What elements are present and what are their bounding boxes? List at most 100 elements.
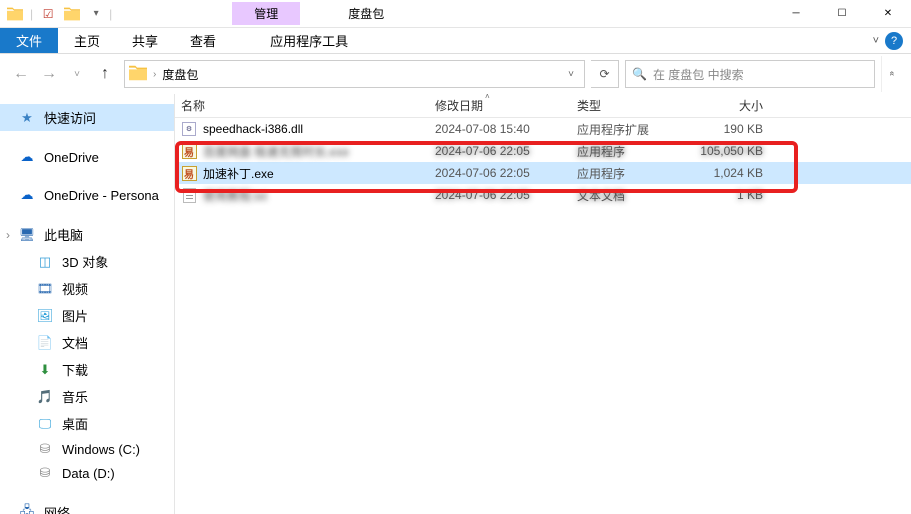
file-type: 应用程序 — [577, 143, 687, 160]
refresh-button[interactable]: ⟳ — [591, 60, 619, 88]
sidebar-item-downloads[interactable]: ⬇ 下载 — [0, 356, 174, 383]
file-row[interactable]: 易百度网盘 极速无限时长.exe 2024-07-06 22:05应用程序105,… — [175, 140, 911, 162]
sidebar-item-documents[interactable]: 📄 文档 — [0, 329, 174, 356]
file-date: 2024-07-08 15:40 — [435, 122, 577, 136]
file-type: 应用程序扩展 — [577, 121, 687, 138]
file-type: 文本文档 — [577, 187, 687, 204]
file-row[interactable]: ⚙ speedhack-i386.dll 2024-07-08 15:40应用程序扩… — [175, 118, 911, 140]
sidebar-label: 图片 — [62, 306, 88, 325]
sidebar-label: 视频 — [62, 279, 88, 298]
drive-icon: ⛁ — [36, 465, 54, 481]
file-date: 2024-07-06 22:05 — [435, 144, 577, 158]
folder-icon — [129, 65, 147, 84]
folder-icon[interactable] — [4, 3, 26, 25]
file-row[interactable]: 使用教程.txt2024-07-06 22:05文本文档1 KB — [175, 184, 911, 206]
sidebar-label: OneDrive - Persona — [44, 188, 159, 203]
downloads-icon: ⬇ — [36, 362, 54, 378]
minimize-button[interactable]: ─ — [773, 0, 819, 28]
column-header-name[interactable]: 名称 — [181, 97, 435, 114]
cloud-icon: ☁ — [18, 149, 36, 165]
file-date: 2024-07-06 22:05 — [435, 188, 577, 202]
contextual-tab-manage[interactable]: 管理 — [232, 2, 300, 25]
main-area: ★ 快速访问 ☁ OneDrive ☁ OneDrive - Persona 🖥… — [0, 94, 911, 514]
sidebar-label: Data (D:) — [62, 466, 115, 481]
drive-icon: ⛁ — [36, 441, 54, 457]
file-date: 2024-07-06 22:05 — [435, 166, 577, 180]
qat-separator: | — [28, 7, 35, 21]
close-button[interactable]: ✕ — [865, 0, 911, 28]
file-size: 105,050 KB — [687, 144, 773, 158]
help-icon[interactable]: ? — [885, 32, 903, 50]
file-tab[interactable]: 文件 — [0, 28, 58, 53]
file-size: 1,024 KB — [687, 166, 773, 180]
view-tab[interactable]: 查看 — [174, 28, 232, 53]
sidebar-label: 3D 对象 — [62, 252, 108, 271]
ribbon-collapse-icon[interactable]: ˅ — [873, 35, 879, 47]
cloud-icon: ☁ — [18, 187, 36, 203]
up-button[interactable]: ↑ — [92, 61, 118, 87]
file-type: 应用程序 — [577, 165, 687, 182]
forward-button[interactable]: → — [36, 61, 62, 87]
search-input[interactable]: 🔍 在 度盘包 中搜索 — [625, 60, 875, 88]
cube-icon: ◫ — [36, 254, 54, 270]
window-controls: ─ ☐ ✕ — [773, 0, 911, 28]
dll-icon: ⚙ — [182, 122, 196, 136]
sidebar-label: 文档 — [62, 333, 88, 352]
crumb-separator-icon[interactable]: › — [153, 69, 156, 80]
search-icon: 🔍 — [632, 67, 647, 81]
titlebar-center: 管理 度盘包 — [112, 2, 773, 25]
sidebar-label: 音乐 — [62, 387, 88, 406]
address-bar-row: ← → ˅ ↑ › 度盘包 ˅ ⟳ 🔍 在 度盘包 中搜索 « — [0, 54, 911, 94]
music-icon: 🎵 — [36, 389, 54, 405]
desktop-icon: 🖵 — [36, 416, 54, 432]
app-tools-tab[interactable]: 应用程序工具 — [254, 28, 364, 53]
file-name: 百度网盘 极速无限时长.exe — [203, 143, 349, 160]
sidebar-label: OneDrive — [44, 150, 99, 165]
sidebar-item-quick-access[interactable]: ★ 快速访问 — [0, 104, 174, 131]
back-button[interactable]: ← — [8, 61, 34, 87]
share-tab[interactable]: 共享 — [116, 28, 174, 53]
checkbox-icon[interactable]: ☑ — [37, 3, 59, 25]
address-dropdown-icon[interactable]: ˅ — [562, 69, 580, 80]
file-name: speedhack-i386.dll — [203, 122, 303, 136]
sidebar-item-videos[interactable]: 🎞 视频 — [0, 275, 174, 302]
sidebar-item-this-pc[interactable]: 🖥 此电脑 — [0, 221, 174, 248]
column-header-date[interactable]: 修改日期 — [435, 97, 577, 114]
sidebar-label: Windows (C:) — [62, 442, 140, 457]
star-icon: ★ — [18, 110, 36, 126]
pictures-icon: 🖼 — [36, 308, 54, 324]
titlebar: | ☑ ▾ | 管理 度盘包 ─ ☐ ✕ — [0, 0, 911, 28]
search-placeholder: 在 度盘包 中搜索 — [653, 66, 744, 83]
video-icon: 🎞 — [36, 281, 54, 297]
breadcrumb-item[interactable]: 度盘包 — [162, 66, 198, 83]
file-size: 190 KB — [687, 122, 773, 136]
sidebar-item-desktop[interactable]: 🖵 桌面 — [0, 410, 174, 437]
sidebar-item-data-d[interactable]: ⛁ Data (D:) — [0, 461, 174, 485]
file-row[interactable]: 易加速补丁.exe 2024-07-06 22:05应用程序1,024 KB — [175, 162, 911, 184]
sidebar-item-windows-c[interactable]: ⛁ Windows (C:) — [0, 437, 174, 461]
sidebar-item-pictures[interactable]: 🖼 图片 — [0, 302, 174, 329]
sidebar-label: 下载 — [62, 360, 88, 379]
address-bar[interactable]: › 度盘包 ˅ — [124, 60, 585, 88]
recent-dropdown[interactable]: ˅ — [64, 61, 90, 87]
column-header-size[interactable]: 大小 — [687, 97, 773, 114]
exe-icon: 易 — [182, 166, 197, 181]
folder-icon-2[interactable] — [61, 3, 83, 25]
txt-icon — [183, 188, 196, 203]
sidebar-item-music[interactable]: 🎵 音乐 — [0, 383, 174, 410]
qat-dropdown-icon[interactable]: ▾ — [85, 3, 107, 25]
nav-pane: ★ 快速访问 ☁ OneDrive ☁ OneDrive - Persona 🖥… — [0, 94, 175, 514]
home-tab[interactable]: 主页 — [58, 28, 116, 53]
sidebar-label: 快速访问 — [44, 108, 96, 127]
column-header-type[interactable]: 类型 — [577, 97, 687, 114]
side-toggle-icon[interactable]: « — [881, 56, 903, 92]
maximize-button[interactable]: ☐ — [819, 0, 865, 28]
column-headers: ˄ 名称 修改日期 类型 大小 — [175, 94, 911, 118]
exe-icon: 易 — [182, 144, 197, 159]
sidebar-item-3d-objects[interactable]: ◫ 3D 对象 — [0, 248, 174, 275]
file-name: 加速补丁.exe — [203, 165, 274, 182]
sidebar-item-onedrive-personal[interactable]: ☁ OneDrive - Persona — [0, 183, 174, 207]
sidebar-item-onedrive[interactable]: ☁ OneDrive — [0, 145, 174, 169]
sidebar-label: 桌面 — [62, 414, 88, 433]
sidebar-item-network[interactable]: 🖧 网络 — [0, 499, 174, 514]
